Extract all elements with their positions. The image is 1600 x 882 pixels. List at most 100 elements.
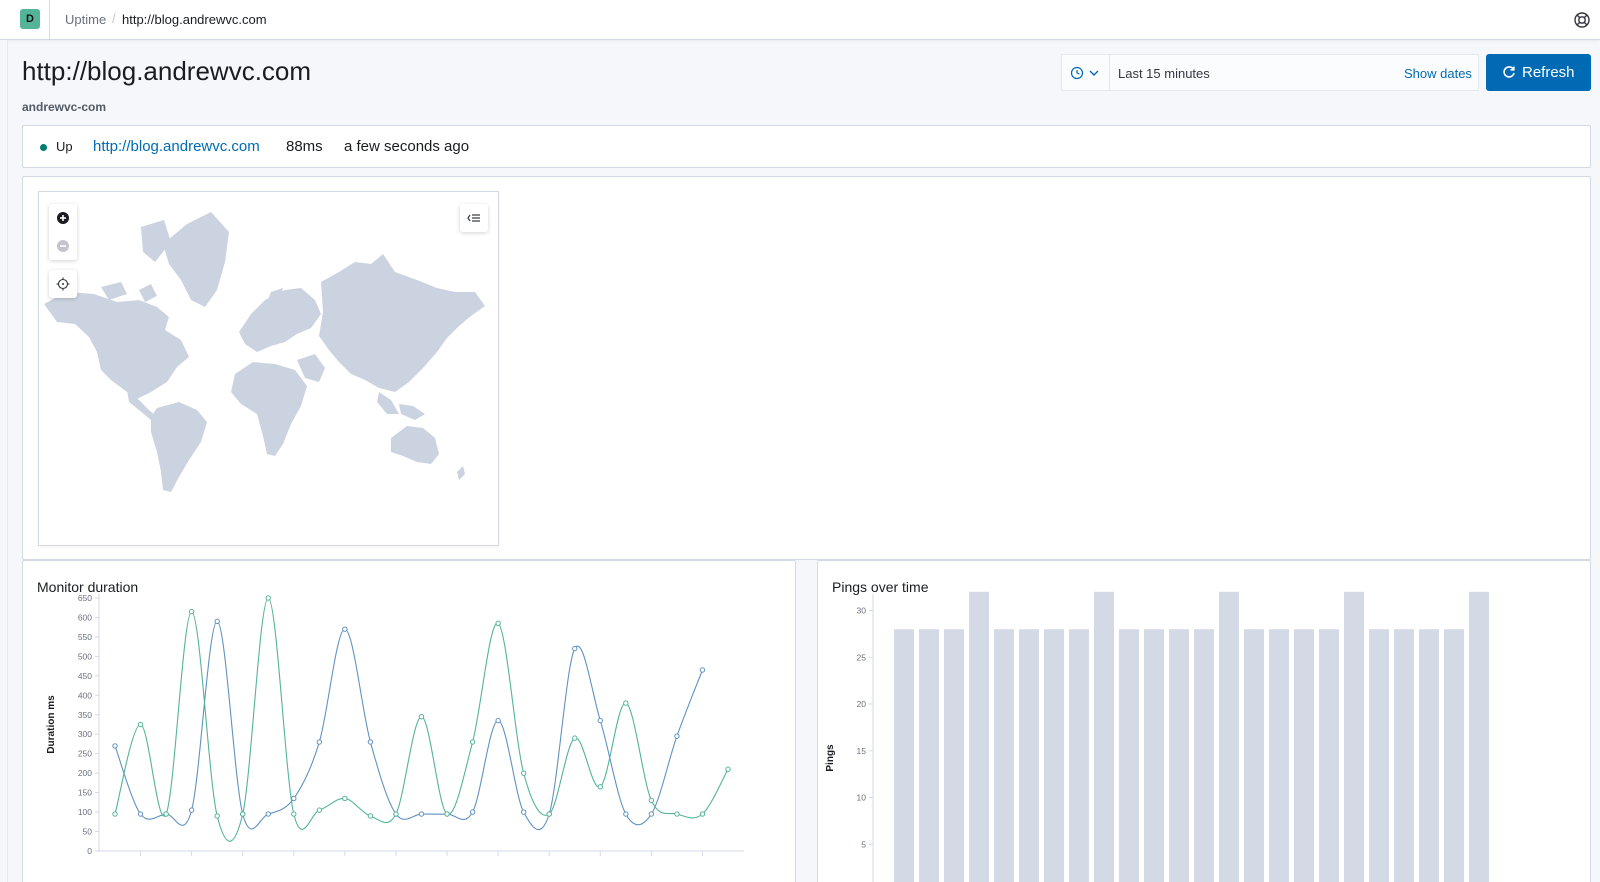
series-1-point (520, 770, 527, 776)
y-tick-label: 500 (78, 651, 92, 661)
y-tick-label: 100 (78, 807, 92, 817)
series-1-point (214, 813, 220, 819)
pings-over-time-chart: 5 10 15 20 25 30 Pings (825, 591, 1489, 882)
pings-over-time-panel: Pings over time 5 10 15 20 25 30 Pings (817, 560, 1591, 882)
refresh-label: Refresh (1522, 64, 1575, 81)
date-range-text[interactable]: Last 15 minutes (1118, 66, 1210, 81)
series-1-point (188, 608, 195, 615)
y-tick-label: 150 (78, 788, 92, 798)
y-axis-label: Pings (825, 744, 836, 772)
breadcrumb-monitor: http://blog.andrewvc.com (122, 12, 267, 27)
layers-legend-icon (467, 214, 480, 222)
monitor-url-link[interactable]: http://blog.andrewvc.com (93, 138, 260, 155)
ping-bar (994, 629, 1014, 882)
series-1-point (342, 795, 348, 802)
series-0-point (291, 795, 297, 802)
asia-shape (319, 254, 485, 392)
refresh-icon (1503, 66, 1515, 78)
y-tick-label: 200 (78, 768, 92, 778)
date-picker: Last 15 minutes Show dates (1061, 54, 1479, 91)
help-icon[interactable] (1573, 11, 1591, 29)
ping-bar (1344, 591, 1364, 882)
space-avatar[interactable]: D (20, 9, 40, 29)
ping-bar (1194, 629, 1214, 882)
series-1-point (112, 811, 118, 817)
ping-bar (1394, 629, 1414, 882)
series-1-point (163, 811, 169, 817)
ping-bar (1119, 629, 1139, 882)
ping-bar (1019, 629, 1039, 882)
series-1-point (572, 735, 578, 741)
series-1-point (648, 797, 655, 804)
australia-shape (391, 426, 439, 464)
series-0-point (699, 667, 706, 673)
layer-legend-toggle[interactable] (460, 204, 488, 232)
ping-bar (1469, 591, 1489, 882)
monitor-status-bar: Up http://blog.andrewvc.com 88ms a few s… (22, 125, 1591, 168)
response-duration: 88ms (286, 138, 323, 155)
ping-bar (1169, 629, 1189, 882)
ping-bar (1419, 629, 1439, 882)
y-tick-label: 650 (78, 593, 92, 603)
ping-bar (1069, 629, 1089, 882)
monitor-id: andrewvc-com (22, 100, 107, 114)
y-tick-label: 20 (857, 699, 867, 709)
series-0-point (342, 626, 348, 632)
series-1-point (469, 739, 476, 745)
ping-bar (1094, 591, 1114, 882)
series-0-line (114, 620, 703, 831)
series-0-point (214, 618, 220, 625)
series-1-point (546, 811, 552, 817)
show-dates-link[interactable]: Show dates (1404, 66, 1472, 81)
series-1-point (444, 811, 450, 817)
refresh-button[interactable]: Refresh (1486, 54, 1591, 91)
breadcrumb-uptime[interactable]: Uptime (65, 12, 106, 27)
y-tick-label: 25 (857, 652, 867, 662)
series-0-point (265, 811, 271, 817)
monitor-duration-panel: Monitor duration 0 50 100 150 200 250 300 350 40… (22, 560, 796, 882)
fit-to-data-icon (56, 277, 70, 291)
ping-bar (1044, 629, 1064, 882)
y-tick-label: 350 (78, 710, 92, 720)
series-1-point (240, 811, 246, 817)
top-nav-bar: D Uptime / http://blog.andrewvc.com (0, 0, 1600, 40)
monitor-duration-chart: 0 50 100 150 200 250 300 350 400 450 500 550 600 650 D… (46, 593, 744, 856)
series-0-point (112, 743, 118, 749)
series-0-point (572, 645, 578, 652)
y-tick-label: 10 (857, 793, 867, 803)
middle-east-shape (297, 354, 325, 382)
ping-bar (894, 629, 914, 882)
zoom-out-icon (57, 240, 69, 252)
series-0-point (316, 739, 323, 745)
quick-menu-button[interactable] (1062, 55, 1110, 90)
world-map[interactable] (38, 191, 499, 546)
series-0-point (137, 811, 144, 817)
zoom-in-button[interactable] (49, 204, 77, 232)
y-tick-label: 400 (78, 690, 92, 700)
y-tick-label: 600 (78, 612, 92, 622)
series-1-point (316, 807, 323, 813)
ping-bar (1319, 629, 1339, 882)
series-1-point (367, 813, 374, 819)
page-title: http://blog.andrewvc.com (22, 56, 312, 86)
nav-edge (0, 40, 8, 882)
series-1-line (114, 597, 729, 842)
zoom-out-button[interactable] (49, 232, 77, 260)
greenland-shape (163, 212, 229, 307)
world-map-shapes (44, 212, 485, 492)
location-map-panel (22, 176, 1591, 560)
ping-bar (1219, 591, 1239, 882)
y-tick-label: 30 (857, 606, 867, 616)
y-tick-label: 50 (83, 827, 93, 837)
series-1-point (699, 811, 706, 817)
ping-bar (1294, 629, 1314, 882)
canada-islands-shape (101, 220, 171, 302)
zoom-controls (49, 204, 77, 260)
fit-to-data-button[interactable] (49, 270, 77, 298)
ping-bar (919, 629, 939, 882)
y-axis-label: Duration ms (46, 695, 57, 754)
ping-bar (1244, 629, 1264, 882)
y-tick-label: 0 (87, 846, 92, 856)
ping-bar (1444, 629, 1464, 882)
africa-shape (231, 362, 307, 456)
